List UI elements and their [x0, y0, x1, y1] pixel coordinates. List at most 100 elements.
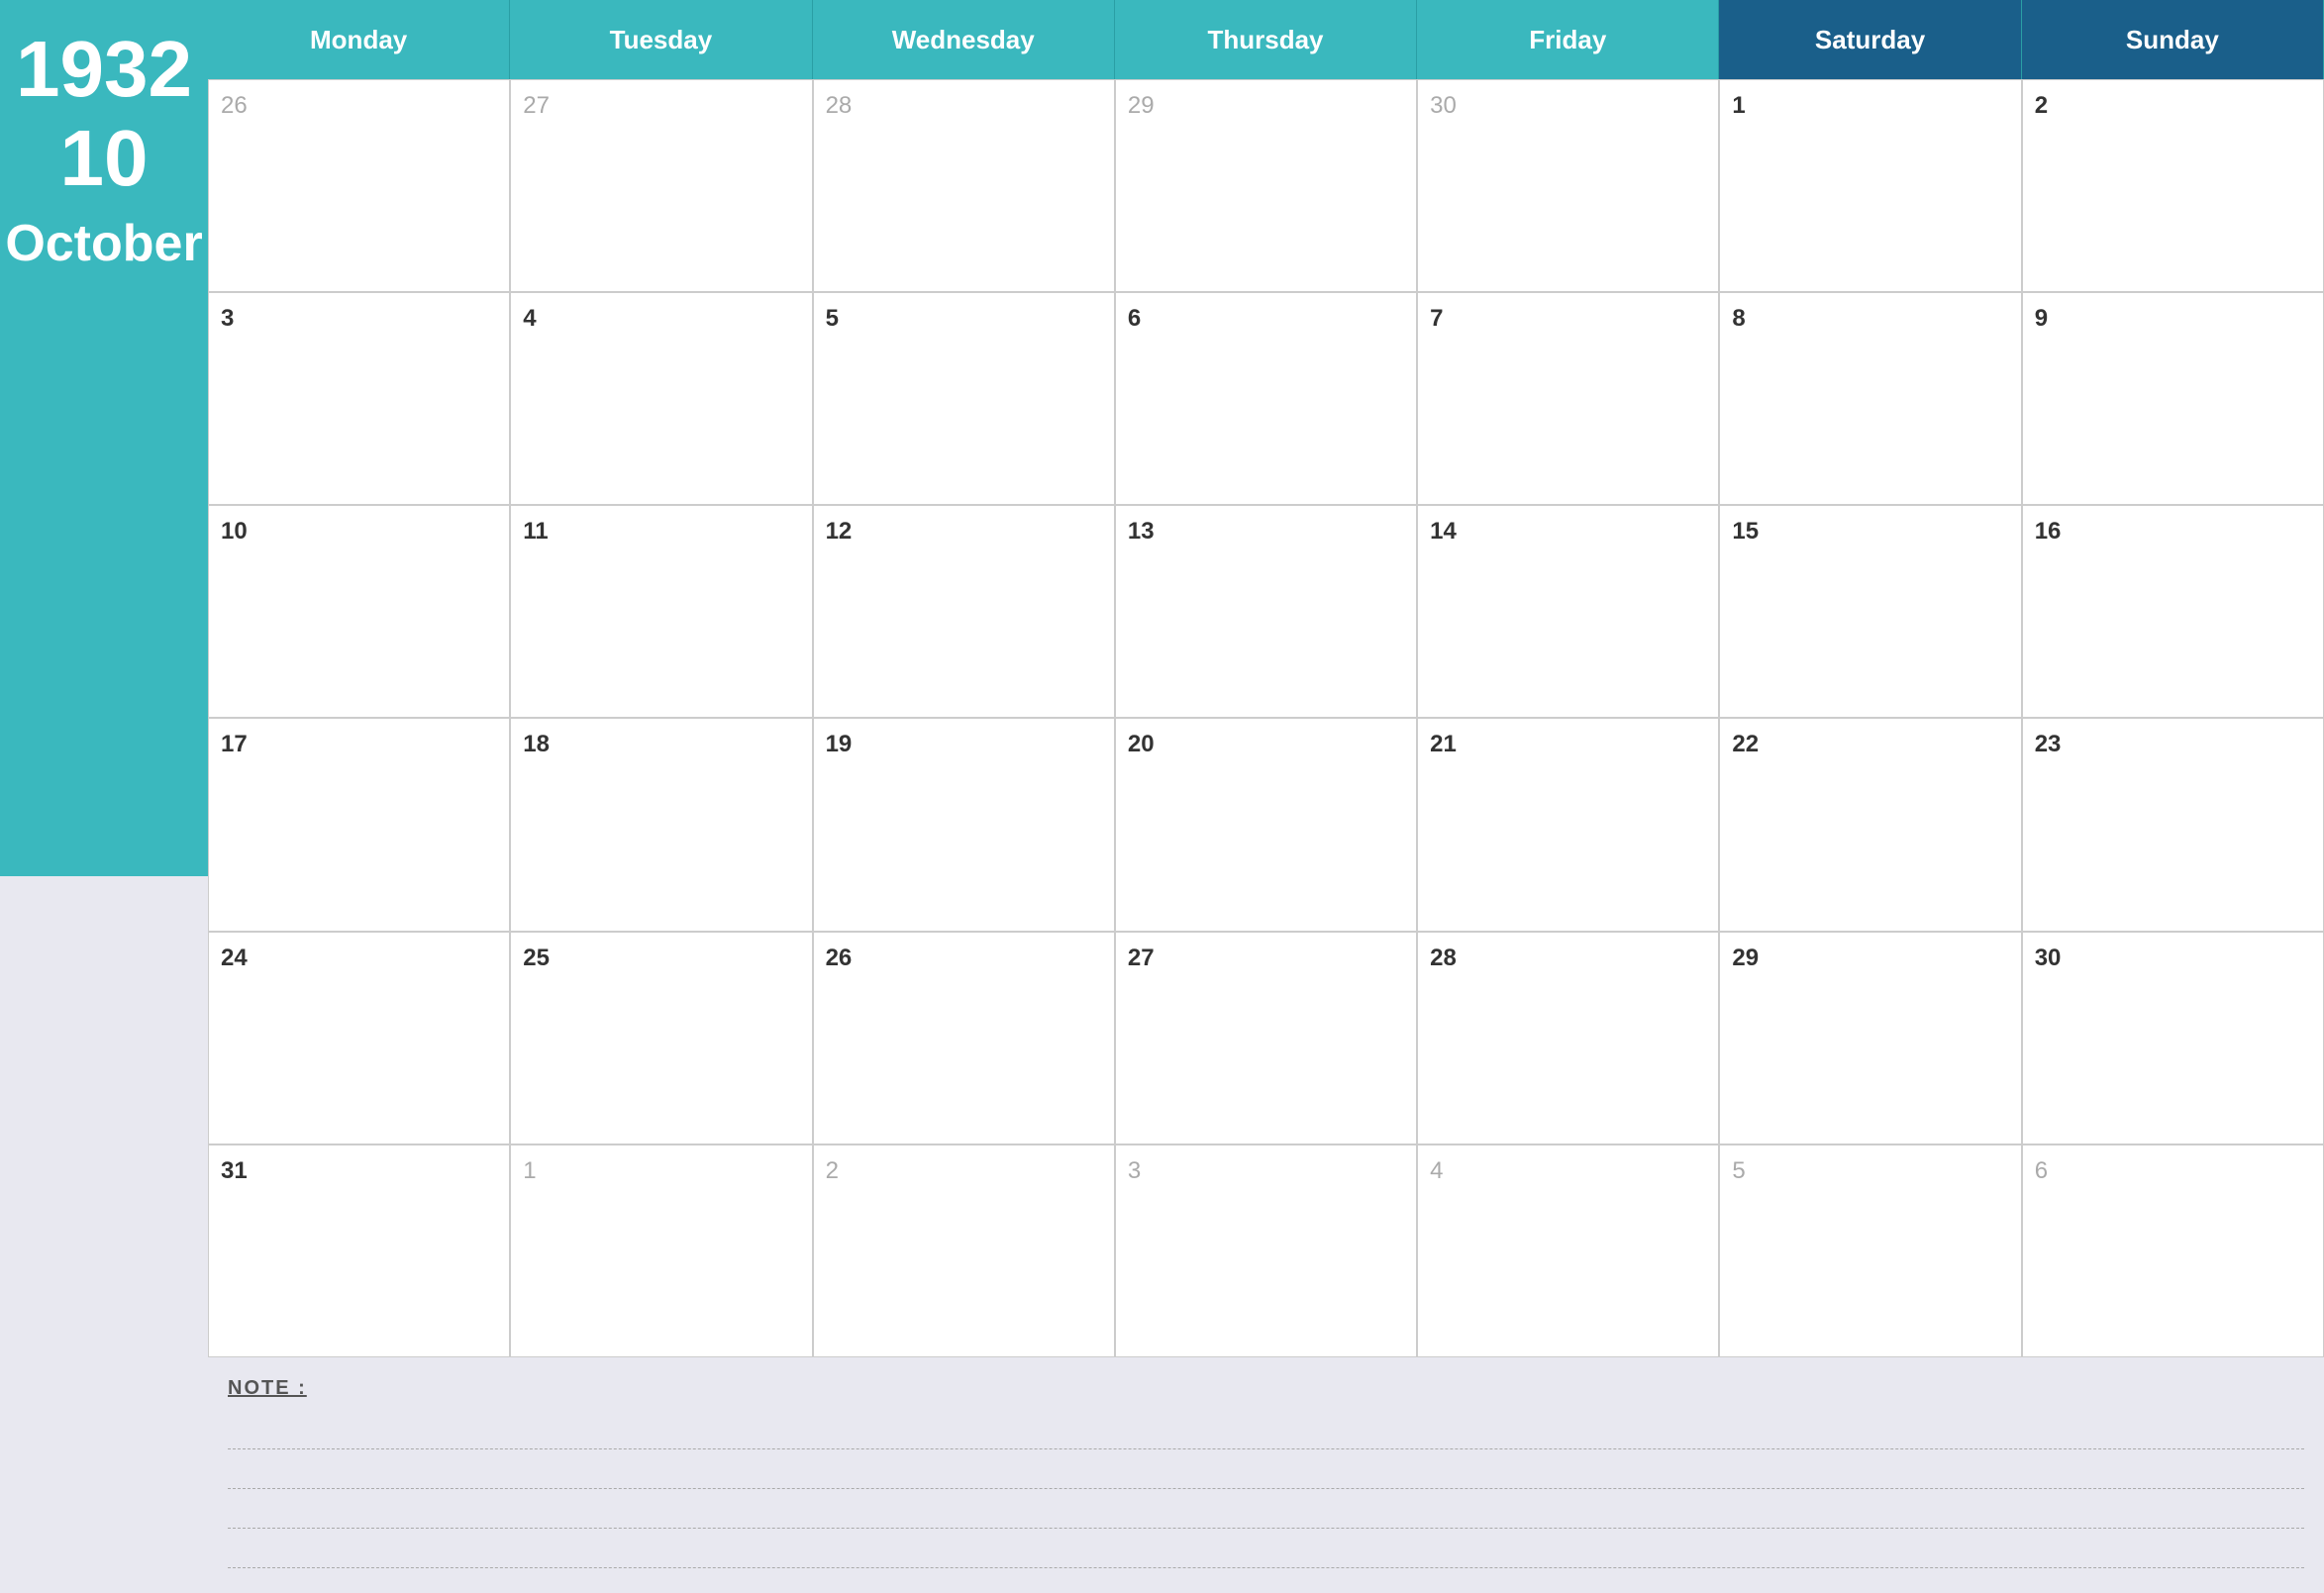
cell-number: 20: [1128, 731, 1404, 758]
calendar-cell: 24: [208, 932, 510, 1145]
calendar-cell: 5: [1719, 1145, 2021, 1357]
calendar-cell: 14: [1417, 505, 1719, 718]
cell-number: 7: [1430, 305, 1706, 333]
cell-number: 4: [1430, 1157, 1706, 1185]
cell-number: 2: [2035, 92, 2311, 120]
day-header-monday: Monday: [208, 0, 510, 79]
calendar-cell: 21: [1417, 718, 1719, 931]
calendar-cell: 15: [1719, 505, 2021, 718]
cell-number: 23: [2035, 731, 2311, 758]
calendar-cell: 6: [2022, 1145, 2324, 1357]
cell-number: 24: [221, 945, 497, 972]
calendar-cell: 8: [1719, 292, 2021, 505]
calendar-cell: 23: [2022, 718, 2324, 931]
calendar-cell: 2: [2022, 79, 2324, 292]
cell-number: 3: [221, 305, 497, 333]
cell-number: 15: [1732, 518, 2008, 546]
cell-number: 28: [826, 92, 1102, 120]
cell-number: 29: [1128, 92, 1404, 120]
main-content: MondayTuesdayWednesdayThursdayFridaySatu…: [208, 0, 2324, 1593]
cell-number: 9: [2035, 305, 2311, 333]
cell-number: 17: [221, 731, 497, 758]
sidebar-year: 1932: [16, 30, 192, 109]
cell-number: 25: [523, 945, 799, 972]
cell-number: 18: [523, 731, 799, 758]
day-headers: MondayTuesdayWednesdayThursdayFridaySatu…: [208, 0, 2324, 79]
calendar-cell: 3: [1115, 1145, 1417, 1357]
calendar-cell: 12: [813, 505, 1115, 718]
note-line-1: [228, 1415, 2304, 1449]
calendar-cell: 2: [813, 1145, 1115, 1357]
calendar-cell: 25: [510, 932, 812, 1145]
cell-number: 29: [1732, 945, 2008, 972]
calendar-cell: 26: [813, 932, 1115, 1145]
cell-number: 30: [2035, 945, 2311, 972]
calendar-cell: 27: [1115, 932, 1417, 1145]
note-line-4: [228, 1534, 2304, 1568]
cell-number: 5: [826, 305, 1102, 333]
cell-number: 19: [826, 731, 1102, 758]
day-header-tuesday: Tuesday: [510, 0, 812, 79]
calendar-cell: 28: [813, 79, 1115, 292]
day-header-friday: Friday: [1417, 0, 1719, 79]
cell-number: 11: [523, 518, 799, 546]
note-line-2: [228, 1454, 2304, 1489]
day-header-sunday: Sunday: [2022, 0, 2324, 79]
calendar-cell: 20: [1115, 718, 1417, 931]
calendar-cell: 26: [208, 79, 510, 292]
cell-number: 27: [523, 92, 799, 120]
cell-number: 5: [1732, 1157, 2008, 1185]
cell-number: 28: [1430, 945, 1706, 972]
day-header-thursday: Thursday: [1115, 0, 1417, 79]
calendar-cell: 19: [813, 718, 1115, 931]
cell-number: 2: [826, 1157, 1102, 1185]
cell-number: 1: [523, 1157, 799, 1185]
cell-number: 10: [221, 518, 497, 546]
notes-section: NOTE :: [208, 1357, 2324, 1593]
calendar-cell: 4: [510, 292, 812, 505]
calendar-cell: 3: [208, 292, 510, 505]
calendar-cell: 10: [208, 505, 510, 718]
calendar-grid: 2627282930123456789101112131415161718192…: [208, 79, 2324, 1357]
calendar-cell: 30: [1417, 79, 1719, 292]
calendar-container: 1932 10 October MondayTuesdayWednesdayTh…: [0, 0, 2324, 1593]
calendar-cell: 27: [510, 79, 812, 292]
cell-number: 27: [1128, 945, 1404, 972]
cell-number: 4: [523, 305, 799, 333]
sidebar: 1932 10 October: [0, 0, 208, 1593]
calendar-cell: 29: [1719, 932, 2021, 1145]
cell-number: 16: [2035, 518, 2311, 546]
cell-number: 12: [826, 518, 1102, 546]
calendar-cell: 16: [2022, 505, 2324, 718]
cell-number: 26: [826, 945, 1102, 972]
cell-number: 6: [1128, 305, 1404, 333]
calendar-cell: 4: [1417, 1145, 1719, 1357]
calendar-cell: 11: [510, 505, 812, 718]
calendar-cell: 28: [1417, 932, 1719, 1145]
day-header-saturday: Saturday: [1719, 0, 2021, 79]
note-label: NOTE :: [228, 1377, 2304, 1400]
calendar-cell: 7: [1417, 292, 1719, 505]
calendar-cell: 29: [1115, 79, 1417, 292]
sidebar-month: October: [5, 218, 202, 269]
cell-number: 1: [1732, 92, 2008, 120]
calendar-cell: 1: [1719, 79, 2021, 292]
calendar-cell: 5: [813, 292, 1115, 505]
cell-number: 30: [1430, 92, 1706, 120]
cell-number: 13: [1128, 518, 1404, 546]
cell-number: 3: [1128, 1157, 1404, 1185]
note-line-3: [228, 1494, 2304, 1529]
cell-number: 14: [1430, 518, 1706, 546]
calendar-cell: 22: [1719, 718, 2021, 931]
cell-number: 26: [221, 92, 497, 120]
calendar-cell: 17: [208, 718, 510, 931]
cell-number: 22: [1732, 731, 2008, 758]
cell-number: 31: [221, 1157, 497, 1185]
calendar-cell: 31: [208, 1145, 510, 1357]
cell-number: 6: [2035, 1157, 2311, 1185]
cell-number: 8: [1732, 305, 2008, 333]
sidebar-week-number: 10: [60, 119, 149, 198]
cell-number: 21: [1430, 731, 1706, 758]
calendar-cell: 1: [510, 1145, 812, 1357]
day-header-wednesday: Wednesday: [813, 0, 1115, 79]
